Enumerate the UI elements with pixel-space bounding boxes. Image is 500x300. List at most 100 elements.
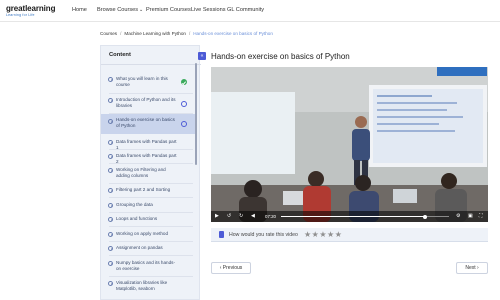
next-button[interactable]: Next ›	[456, 262, 488, 274]
play-circle-icon	[108, 119, 113, 124]
video-player[interactable]	[211, 67, 488, 222]
divider	[109, 255, 193, 256]
lesson-item[interactable]: What you will learn in this course	[101, 76, 196, 90]
settings-icon[interactable]: ⚙	[456, 213, 460, 220]
breadcrumb-separator: /	[188, 31, 191, 36]
volume-icon[interactable]: ◀	[251, 213, 255, 220]
lesson-title: Hands-on exercise on basics of Python	[116, 117, 175, 129]
logo-tagline: Learning for Life	[6, 13, 35, 17]
content-sidebar: Content What you will learn in this cour…	[100, 45, 201, 300]
divider	[109, 226, 193, 227]
play-circle-icon	[108, 140, 113, 145]
star-icon[interactable]: ★	[304, 230, 312, 239]
nav-gl-community[interactable]: GL Community	[227, 6, 264, 15]
play-circle-icon	[108, 188, 113, 193]
lesson-item[interactable]: Numpy basics and its hands-on exercise	[101, 260, 196, 274]
page-title: Hands-on exercise on basics of Python	[211, 52, 350, 61]
top-nav: greatlearning Learning for Life Home Bro…	[0, 0, 500, 22]
chevron-down-icon: ⌄	[139, 7, 144, 13]
nav-browse-courses[interactable]: Browse Courses⌄	[97, 6, 143, 15]
divider	[109, 149, 193, 150]
divider	[109, 197, 193, 198]
fullscreen-icon[interactable]: ⛶	[479, 213, 483, 220]
previous-button[interactable]: ‹ Previous	[211, 262, 251, 274]
lesson-item[interactable]: Data frames with Pandas part 2	[101, 153, 196, 164]
collapse-sidebar-button[interactable]: «	[198, 52, 206, 60]
progress-fill	[281, 216, 426, 218]
breadcrumb-current: Hands-on exercise on basics of Python	[193, 31, 273, 36]
divider	[109, 163, 193, 164]
divider	[109, 183, 193, 184]
double-chevron-left-icon: «	[200, 53, 204, 59]
lesson-title: Assignment on pandas	[116, 245, 163, 250]
completed-check-icon	[181, 79, 187, 85]
progress-handle[interactable]	[423, 214, 428, 219]
current-time: 07:20	[265, 214, 276, 219]
lesson-item-active[interactable]: Hands-on exercise on basics of Python	[101, 114, 196, 134]
breadcrumb-separator: /	[120, 31, 122, 36]
play-circle-icon	[108, 246, 113, 251]
logo-brand: greatlearning	[6, 4, 56, 13]
rating-bar: How would you rate this video ★★★★★	[211, 228, 488, 242]
lesson-item[interactable]: Data frames with Pandas part 1	[101, 139, 196, 150]
play-circle-icon	[108, 261, 113, 266]
lesson-item[interactable]: Working on apply method	[101, 231, 196, 239]
sidebar-scrollbar[interactable]	[195, 63, 197, 165]
divider	[101, 64, 201, 65]
chevron-left-icon: ‹	[219, 265, 222, 271]
lesson-item[interactable]: Filtering part 2 and Sorting	[101, 187, 196, 195]
divider	[109, 93, 193, 94]
play-circle-icon	[108, 203, 113, 208]
lesson-item[interactable]: Visualization libraries like Matplotlib,…	[101, 280, 196, 294]
play-icon[interactable]: ▶	[215, 213, 219, 220]
lesson-title: Loops and functions	[116, 216, 158, 221]
star-icon[interactable]: ★	[319, 230, 327, 239]
play-circle-icon	[108, 98, 113, 103]
lesson-item[interactable]: Loops and functions	[101, 216, 196, 224]
lesson-title: Working on Filtering and adding columns	[116, 167, 166, 179]
divider	[109, 276, 193, 277]
feedback-icon	[219, 231, 224, 238]
play-circle-icon	[108, 232, 113, 237]
star-icon[interactable]: ★	[327, 230, 335, 239]
progress-bar[interactable]	[281, 214, 449, 219]
lesson-item[interactable]: Introduction of Python and its libraries	[101, 97, 196, 111]
video-controls: ▶ ↺ ↻ ◀ 07:20 ⚙ ▣ ⛶	[211, 211, 488, 222]
lesson-title: Visualization libraries like Matplotlib,…	[116, 280, 168, 292]
breadcrumb: Courses / Machine Learning with Python / Han…	[100, 31, 273, 36]
play-circle-icon	[108, 281, 113, 286]
sidebar-title: Content	[109, 52, 131, 58]
play-circle-icon	[108, 154, 113, 159]
breadcrumb-courses[interactable]: Courses	[100, 31, 117, 36]
lesson-title: Numpy basics and its hands-on exercise	[116, 260, 175, 272]
play-circle-icon	[108, 77, 113, 82]
rewind-icon[interactable]: ↺	[227, 213, 231, 220]
lesson-item[interactable]: Working on Filtering and adding columns	[101, 167, 196, 181]
progress-circle-icon	[181, 101, 187, 107]
lesson-item[interactable]: Grouping the data	[101, 202, 196, 210]
pip-icon[interactable]: ▣	[468, 213, 473, 220]
play-circle-icon	[108, 217, 113, 222]
previous-label: Previous	[222, 265, 243, 271]
progress-circle-icon	[181, 121, 187, 127]
breadcrumb-course[interactable]: Machine Learning with Python	[124, 31, 186, 36]
nav-premium-courses[interactable]: Premium Courses	[146, 6, 191, 15]
greatlearning-logo[interactable]: greatlearning Learning for Life	[6, 4, 56, 19]
forward-icon[interactable]: ↻	[239, 213, 243, 220]
nav-home[interactable]: Home	[72, 6, 87, 15]
lesson-title: Filtering part 2 and Sorting	[116, 187, 171, 192]
divider	[109, 241, 193, 242]
chevron-right-icon: ›	[477, 265, 479, 271]
star-rating[interactable]: ★★★★★	[304, 230, 342, 239]
next-label: Next	[465, 265, 476, 271]
star-icon[interactable]: ★	[335, 230, 343, 239]
lesson-title: Introduction of Python and its libraries	[116, 97, 176, 109]
lesson-title: Grouping the data	[116, 202, 153, 207]
lesson-title: What you will learn in this course	[116, 76, 168, 88]
lesson-title: Working on apply method	[116, 231, 169, 236]
play-circle-icon	[108, 168, 113, 173]
lesson-item[interactable]: Assignment on pandas	[101, 245, 196, 253]
nav-live-sessions[interactable]: Live Sessions	[191, 6, 226, 15]
nav-browse-courses-label: Browse Courses	[97, 7, 139, 13]
video-frame-classroom	[211, 67, 488, 222]
